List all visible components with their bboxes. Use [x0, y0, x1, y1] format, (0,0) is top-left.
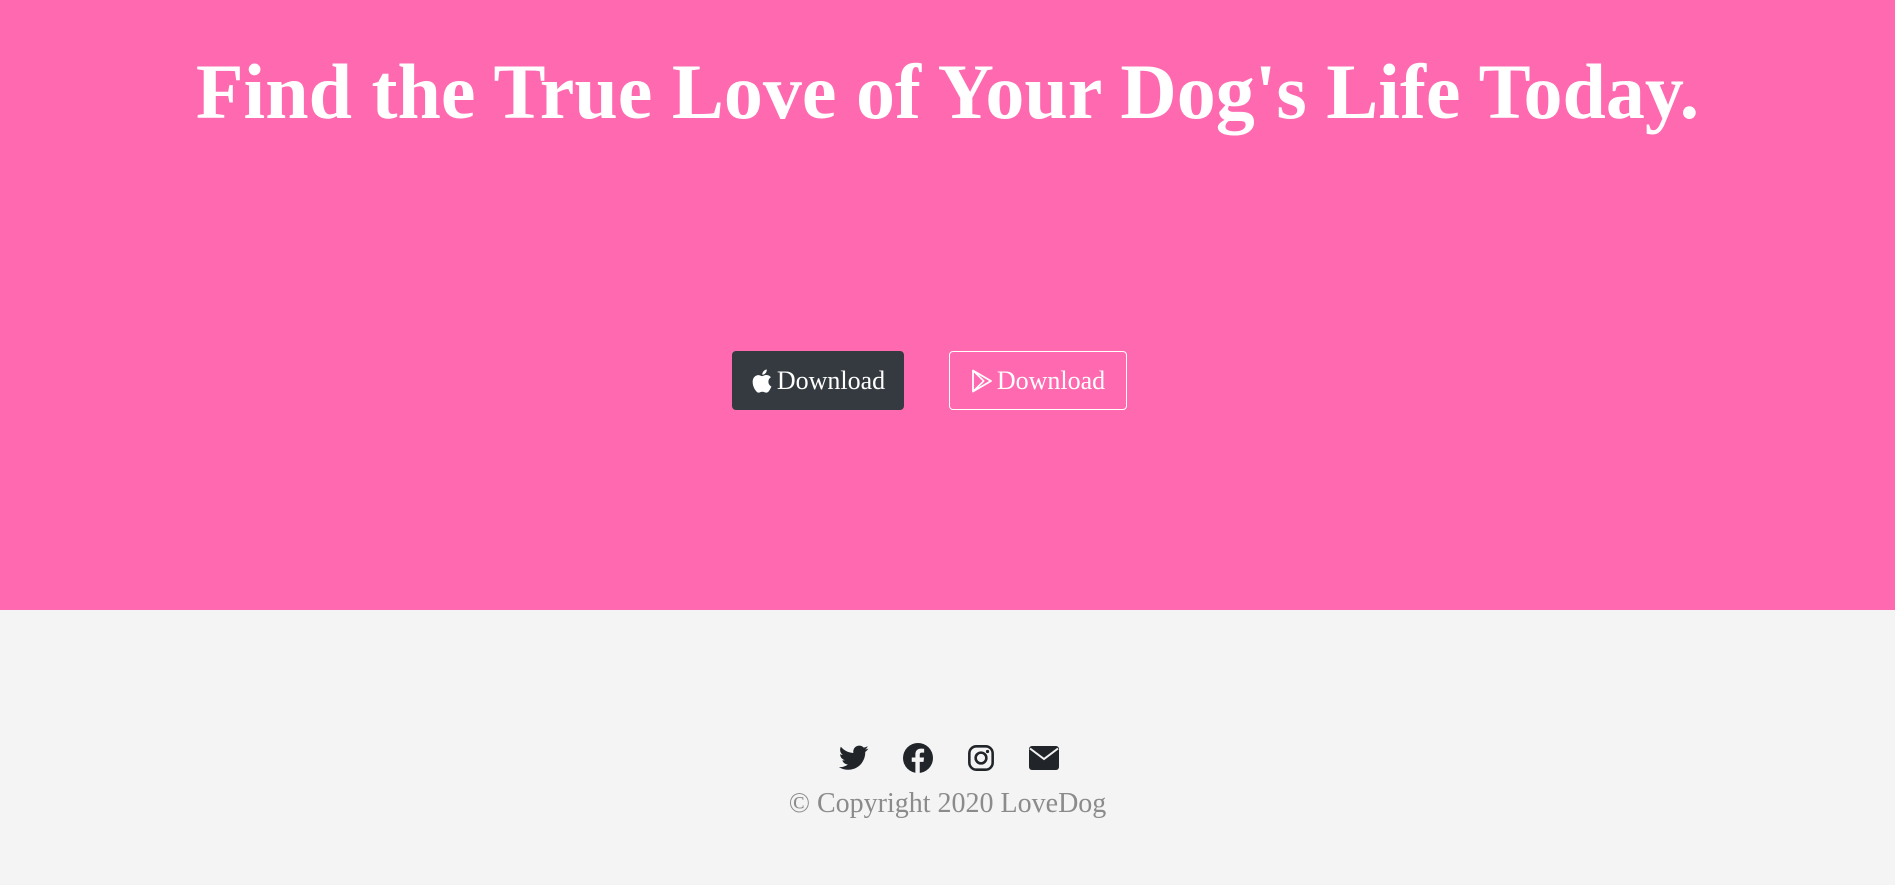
apple-icon — [751, 369, 773, 393]
hero-title: Find the True Love of Your Dog's Life To… — [195, 48, 1700, 135]
google-play-download-button[interactable]: Download — [949, 351, 1127, 410]
footer — [0, 610, 1895, 885]
hero-section: Find the True Love of Your Dog's Life To… — [0, 0, 1895, 610]
google-play-download-label: Download — [996, 365, 1106, 395]
twitter-icon[interactable] — [838, 742, 870, 774]
google-play-icon — [971, 369, 993, 393]
copyright-text: © Copyright 2020 LoveDog — [788, 788, 1107, 819]
apple-download-button[interactable]: Download — [732, 351, 904, 410]
instagram-icon[interactable] — [965, 742, 997, 774]
apple-download-label: Download — [776, 365, 886, 395]
facebook-icon[interactable] — [902, 742, 934, 774]
envelope-icon[interactable] — [1028, 742, 1060, 774]
